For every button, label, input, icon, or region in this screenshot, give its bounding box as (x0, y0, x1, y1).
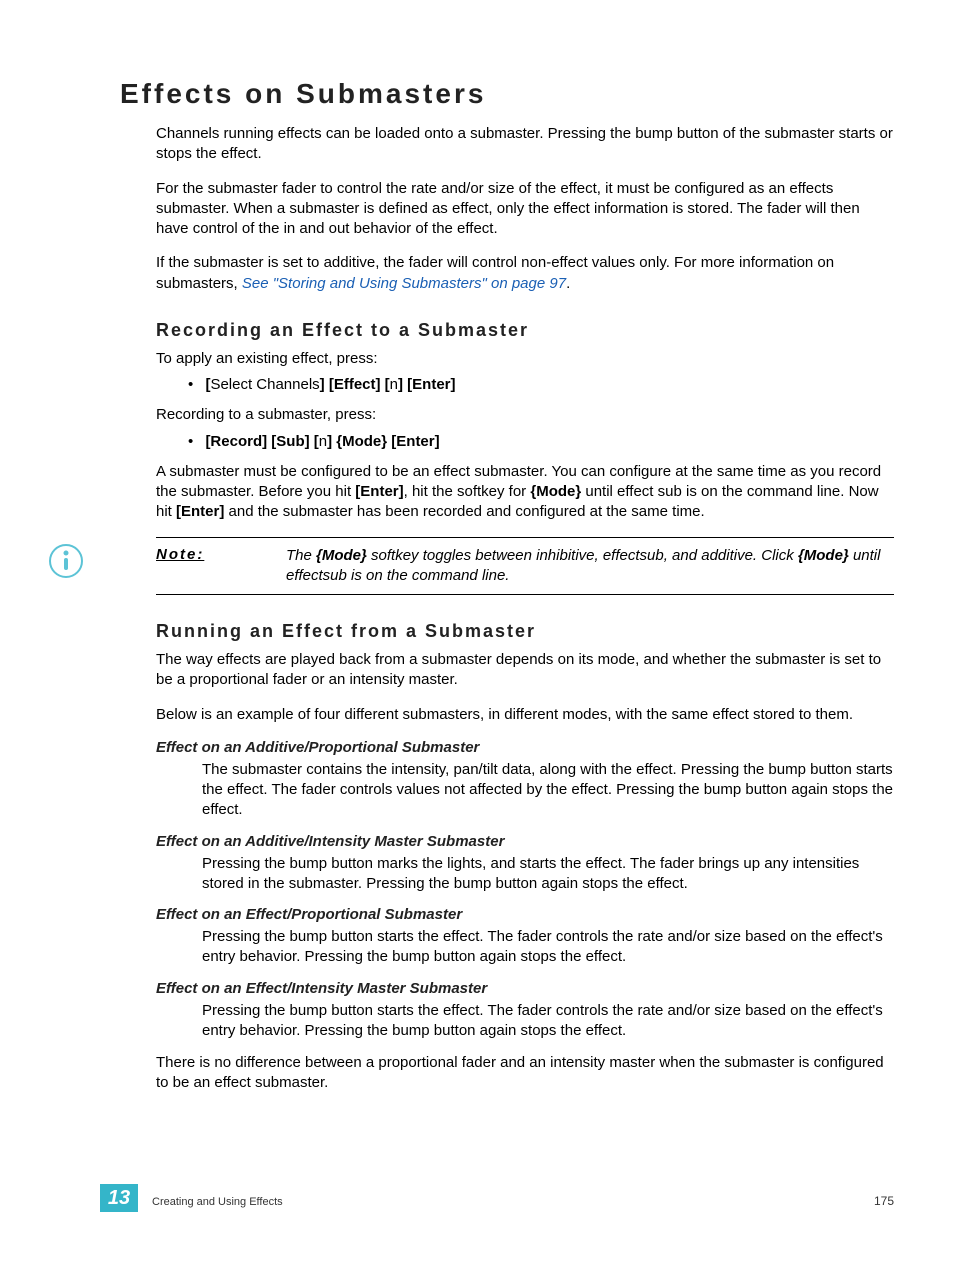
note-label: Note: (156, 546, 286, 587)
t: The (286, 547, 316, 564)
divider (156, 594, 894, 595)
item-body: Pressing the bump button starts the effe… (202, 927, 894, 968)
note-block: Note: The {Mode} softkey toggles between… (156, 537, 894, 596)
b: {Mode} (530, 483, 581, 500)
run-p1: The way effects are played back from a s… (156, 650, 894, 691)
t: and the submaster has been recorded and … (224, 503, 704, 520)
item-heading: Effect on an Additive/Proportional Subma… (156, 739, 894, 756)
item-heading: Effect on an Effect/Intensity Master Sub… (156, 980, 894, 997)
chapter-number: 13 (100, 1184, 138, 1212)
item-body: The submaster contains the intensity, pa… (202, 760, 894, 821)
link-submasters[interactable]: See "Storing and Using Submasters" on pa… (242, 275, 566, 292)
t: softkey toggles between inhibitive, effe… (367, 547, 798, 564)
heading-running: Running an Effect from a Submaster (156, 621, 894, 642)
run-closing: There is no difference between a proport… (156, 1053, 894, 1094)
intro-para-1: Channels running effects can be loaded o… (156, 124, 894, 165)
intro-para-2: For the submaster fader to control the r… (156, 179, 894, 240)
item-heading: Effect on an Additive/Intensity Master S… (156, 833, 894, 850)
b: {Mode} (316, 547, 367, 564)
heading-main: Effects on Submasters (120, 78, 894, 110)
info-icon (48, 543, 88, 584)
t: , hit the softkey for (404, 483, 531, 500)
content: Channels running effects can be loaded o… (156, 124, 894, 1094)
rec-line2: Recording to a submaster, press: (156, 405, 894, 425)
section-name: Creating and Using Effects (152, 1196, 283, 1208)
page: Effects on Submasters Channels running e… (0, 0, 954, 1272)
rec-bullet1: [Select Channels] [Effect] [n] [Enter] (202, 375, 894, 395)
b: ] [Effect] [ (320, 376, 390, 393)
b: [Enter] (355, 483, 403, 500)
intro-para-3: If the submaster is set to additive, the… (156, 253, 894, 294)
item-body: Pressing the bump button marks the light… (202, 854, 894, 895)
b: [Record] [Sub] [ (205, 433, 318, 450)
rec-bullet2: [Record] [Sub] [n] {Mode} [Enter] (202, 432, 894, 452)
note-body: The {Mode} softkey toggles between inhib… (286, 546, 894, 587)
rec-line1: To apply an existing effect, press: (156, 349, 894, 369)
t: n (390, 376, 398, 393)
rec-para: A submaster must be configured to be an … (156, 462, 894, 523)
page-number: 175 (874, 1194, 894, 1208)
run-p2: Below is an example of four different su… (156, 705, 894, 725)
b: {Mode} (798, 547, 849, 564)
t: Select Channels (210, 376, 319, 393)
item-heading: Effect on an Effect/Proportional Submast… (156, 906, 894, 923)
b: [Enter] (176, 503, 224, 520)
b: ] {Mode} [Enter] (327, 433, 440, 450)
heading-recording: Recording an Effect to a Submaster (156, 320, 894, 341)
footer: 13 Creating and Using Effects 175 (0, 1184, 954, 1212)
intro3-post: . (566, 275, 570, 292)
b: ] [Enter] (398, 376, 456, 393)
item-body: Pressing the bump button starts the effe… (202, 1001, 894, 1042)
t: n (319, 433, 327, 450)
